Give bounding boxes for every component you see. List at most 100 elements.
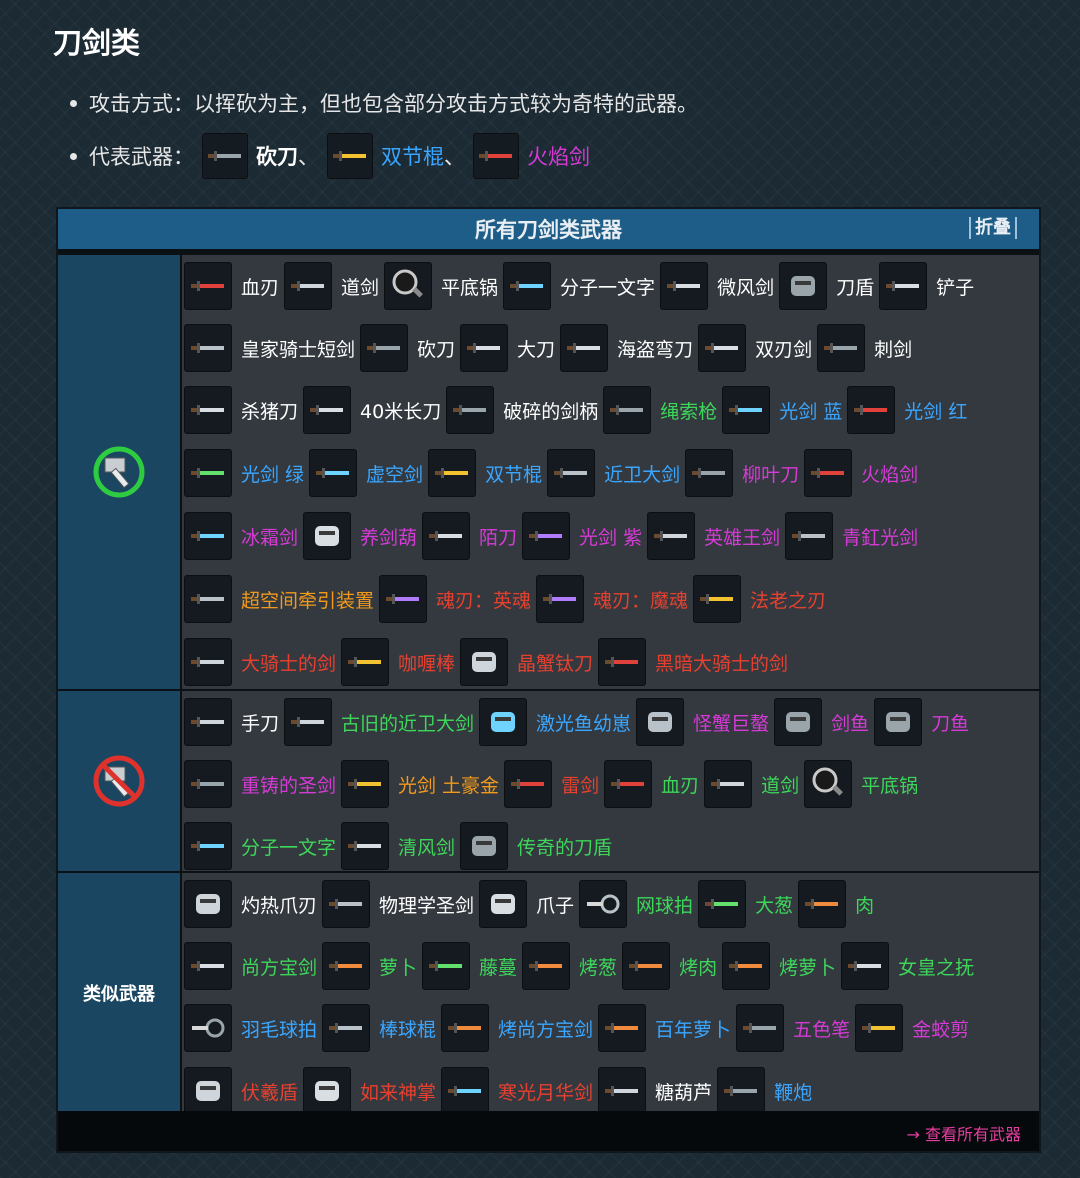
weapon-name[interactable]: 光剑 绿 xyxy=(241,460,304,487)
weapon-name[interactable]: 皇家骑士短剑 xyxy=(241,335,355,362)
weapon-name[interactable]: 分子一文字 xyxy=(560,273,655,300)
weapon-thumb[interactable] xyxy=(460,638,509,686)
weapon-name[interactable]: 爪子 xyxy=(536,891,574,918)
weapon-item[interactable]: 法老之刃 xyxy=(693,575,826,623)
weapon-item[interactable]: 血刃 xyxy=(184,262,279,310)
weapon-thumb[interactable] xyxy=(384,262,433,310)
weapon-thumb[interactable] xyxy=(636,698,685,746)
weapon-item[interactable]: 冰霜剑 xyxy=(184,512,298,560)
weapon-thumb[interactable] xyxy=(647,512,696,560)
weapon-item[interactable]: 光剑 绿 xyxy=(184,449,304,497)
weapon-name[interactable]: 大刀 xyxy=(517,335,555,362)
weapon-item[interactable]: 平底锅 xyxy=(804,760,918,808)
weapon-name[interactable]: 绳索枪 xyxy=(660,397,717,424)
weapon-thumb[interactable] xyxy=(603,386,652,434)
weapon-item[interactable]: 铲子 xyxy=(879,262,974,310)
weapon-item[interactable]: 光剑 紫 xyxy=(522,512,642,560)
weapon-thumb[interactable] xyxy=(341,638,390,686)
weapon-thumb[interactable] xyxy=(504,760,553,808)
weapon-item[interactable]: 分子一文字 xyxy=(503,262,655,310)
weapon-thumb[interactable] xyxy=(322,1004,371,1052)
weapon-thumb[interactable] xyxy=(441,1067,490,1115)
weapon-item[interactable]: 虚空剑 xyxy=(309,449,423,497)
weapon-thumb[interactable] xyxy=(184,638,232,686)
weapon-item[interactable]: 青釭光剑 xyxy=(785,512,918,560)
weapon-name[interactable]: 金蛟剪 xyxy=(912,1015,969,1042)
weapon-item[interactable]: 光剑 红 xyxy=(847,386,967,434)
weapon-item[interactable]: 皇家骑士短剑 xyxy=(184,324,355,372)
weapon-item[interactable]: 古旧的近卫大剑 xyxy=(284,698,474,746)
weapon-thumb[interactable] xyxy=(184,1004,232,1052)
weapon-item[interactable]: 烤葱 xyxy=(522,942,617,990)
weapon-name[interactable]: 传奇的刀盾 xyxy=(517,833,612,860)
weapon-name[interactable]: 40米长刀 xyxy=(360,397,441,424)
weapon-item[interactable]: 近卫大剑 xyxy=(547,449,680,497)
weapon-thumb[interactable] xyxy=(184,324,232,372)
weapon-name[interactable]: 光剑 蓝 xyxy=(779,397,842,424)
weapon-thumb[interactable] xyxy=(184,698,232,746)
weapon-thumb[interactable] xyxy=(479,698,528,746)
weapon-name[interactable]: 糖葫芦 xyxy=(655,1078,712,1105)
weapon-item[interactable]: 刺剑 xyxy=(817,324,912,372)
weapon-name[interactable]: 魂刃：魔魂 xyxy=(593,586,688,613)
weapon-item[interactable]: 柳叶刀 xyxy=(685,449,799,497)
weapon-item[interactable]: 羽毛球拍 xyxy=(184,1004,317,1052)
weapon-thumb[interactable] xyxy=(284,698,333,746)
weapon-item[interactable]: 微风剑 xyxy=(660,262,774,310)
weapon-name[interactable]: 双节棍 xyxy=(485,460,542,487)
weapon-thumb[interactable] xyxy=(184,386,232,434)
weapon-name[interactable]: 网球拍 xyxy=(636,891,693,918)
weapon-item[interactable]: 黑暗大骑士的剑 xyxy=(598,638,788,686)
weapon-thumb[interactable] xyxy=(798,880,847,928)
weapon-thumb[interactable] xyxy=(717,1067,766,1115)
weapon-thumb[interactable] xyxy=(284,262,333,310)
weapon-name[interactable]: 激光鱼幼崽 xyxy=(536,709,631,736)
weapon-name[interactable]: 英雄王剑 xyxy=(704,523,780,550)
weapon-name[interactable]: 烤葱 xyxy=(579,953,617,980)
weapon-item[interactable]: 爪子 xyxy=(479,880,574,928)
weapon-item[interactable]: 女皇之抚 xyxy=(841,942,974,990)
weapon-name[interactable]: 重铸的圣剑 xyxy=(241,771,336,798)
view-all-weapons-link[interactable]: → 查看所有武器 xyxy=(907,1121,1022,1145)
weapon-name[interactable]: 分子一文字 xyxy=(241,833,336,860)
weapon-item[interactable]: 火焰剑 xyxy=(804,449,918,497)
weapon-thumb[interactable] xyxy=(303,512,352,560)
weapon-thumb[interactable] xyxy=(774,698,823,746)
weapon-thumb[interactable] xyxy=(522,512,571,560)
weapon-name[interactable]: 大葱 xyxy=(755,891,793,918)
weapon-thumb[interactable] xyxy=(704,760,753,808)
weapon-item[interactable]: 砍刀 xyxy=(360,324,455,372)
weapon-thumb[interactable] xyxy=(428,449,477,497)
weapon-name[interactable]: 光剑 土豪金 xyxy=(398,771,499,798)
weapon-name[interactable]: 灼热爪刃 xyxy=(241,891,317,918)
weapon-item[interactable]: 伏羲盾 xyxy=(184,1067,298,1115)
weapon-name[interactable]: 近卫大剑 xyxy=(604,460,680,487)
weapon-thumb[interactable] xyxy=(598,1004,647,1052)
weapon-item[interactable]: 网球拍 xyxy=(579,880,693,928)
weapon-item[interactable]: 魂刃：英魂 xyxy=(379,575,531,623)
weapon-name[interactable]: 怪蟹巨螯 xyxy=(693,709,769,736)
weapon-item[interactable]: 双节棍 xyxy=(428,449,542,497)
weapon-thumb[interactable] xyxy=(422,942,471,990)
weapon-item[interactable]: 传奇的刀盾 xyxy=(460,822,612,870)
weapon-name[interactable]: 双刃剑 xyxy=(755,335,812,362)
weapon-name[interactable]: 手刀 xyxy=(241,709,279,736)
weapon-thumb[interactable] xyxy=(736,1004,785,1052)
weapon-thumb[interactable] xyxy=(441,1004,490,1052)
weapon-name[interactable]: 杀猪刀 xyxy=(241,397,298,424)
weapon-item[interactable]: 刀盾 xyxy=(779,262,874,310)
weapon-thumb[interactable] xyxy=(503,262,552,310)
weapon-name[interactable]: 平底锅 xyxy=(861,771,918,798)
weapon-name[interactable]: 血刃 xyxy=(661,771,699,798)
weapon-thumb[interactable] xyxy=(184,760,232,808)
weapon-thumb[interactable] xyxy=(604,760,653,808)
weapon-item[interactable]: 烤尚方宝剑 xyxy=(441,1004,593,1052)
weapon-name[interactable]: 古旧的近卫大剑 xyxy=(341,709,474,736)
weapon-thumb[interactable] xyxy=(422,512,471,560)
weapon-item[interactable]: 棒球棍 xyxy=(322,1004,436,1052)
weapon-name[interactable]: 寒光月华剑 xyxy=(498,1078,593,1105)
weapon-name[interactable]: 平底锅 xyxy=(441,273,498,300)
weapon-thumb[interactable] xyxy=(598,1067,647,1115)
weapon-name[interactable]: 法老之刃 xyxy=(750,586,826,613)
weapon-thumb[interactable] xyxy=(341,760,390,808)
